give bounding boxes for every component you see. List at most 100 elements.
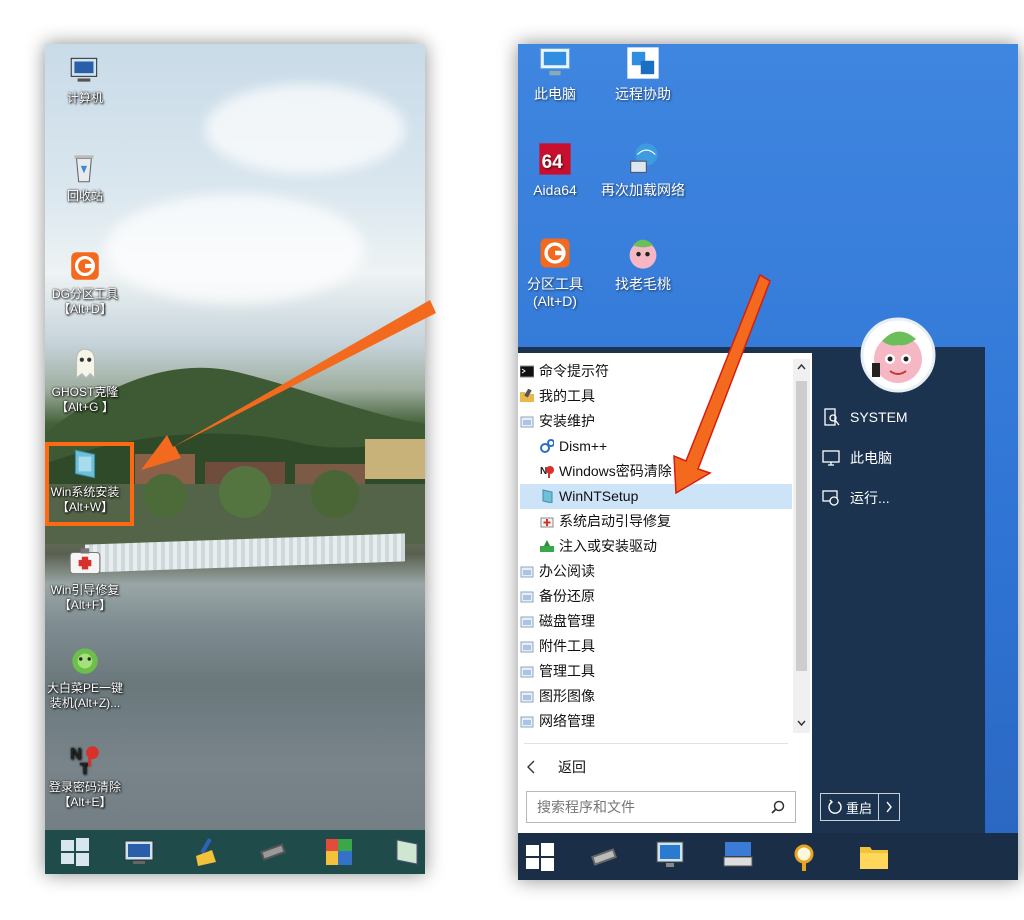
svg-text:N: N: [540, 466, 547, 477]
setup-icon: [542, 489, 553, 503]
desktop-icon-partition-tool[interactable]: 分区工具 (Alt+D): [518, 234, 600, 310]
menu-item-label: Windows密码清除: [559, 463, 672, 479]
desktop-icon-label: 再次加载网络: [601, 182, 685, 198]
desktop-icon-label: 回收站: [66, 189, 103, 203]
menu-item[interactable]: WinNTSetup: [520, 484, 792, 509]
puzzle-icon[interactable]: [323, 836, 355, 868]
chevron-left-icon: [527, 760, 535, 774]
avatar[interactable]: [860, 317, 936, 393]
menu-item[interactable]: 磁盘管理: [520, 609, 792, 634]
search-input[interactable]: [535, 792, 759, 822]
desktop-icon-this-pc[interactable]: 此电脑: [518, 44, 600, 103]
menu-item-label: 办公阅读: [539, 563, 595, 579]
program-list: 命令提示符我的工具安装维护 Dism++ N Windows密码清除 WinNTSetu…: [520, 359, 792, 734]
svg-text:64: 64: [542, 152, 564, 173]
broom-icon[interactable]: [190, 836, 222, 868]
menu-item[interactable]: 管理工具: [520, 659, 792, 684]
restart-button[interactable]: 重启: [820, 793, 901, 821]
menu-item[interactable]: 备份还原: [520, 584, 792, 609]
menu-item[interactable]: 命令提示符: [520, 359, 792, 384]
sidebar-item-this-pc[interactable]: 此电脑: [822, 448, 892, 468]
notebook-icon[interactable]: [391, 836, 423, 868]
folder-icon: [520, 641, 534, 653]
desktop-icon-peach[interactable]: 找老毛桃: [598, 234, 688, 293]
left-taskbar: [45, 830, 425, 874]
menu-item[interactable]: 办公阅读: [520, 559, 792, 584]
menu-item-label: 我的工具: [539, 388, 595, 404]
reload-network-icon: [630, 143, 658, 173]
menu-item[interactable]: N Windows密码清除: [520, 459, 792, 484]
right-taskbar: [518, 833, 1018, 880]
start-sidebar: SYSTEM 此电脑 运行... 重启: [812, 317, 985, 833]
menu-item-label: 图形图像: [539, 688, 595, 704]
desktop-icon-diskgenius[interactable]: DG分区工具 【Alt+D】: [45, 248, 125, 317]
menu-item-label: WinNTSetup: [559, 488, 639, 504]
gears-icon: [540, 439, 554, 453]
password-clear-icon: NT: [70, 746, 99, 777]
folder-icon: [520, 691, 534, 703]
desktop-icon-computer[interactable]: 计算机: [45, 52, 125, 106]
run-icon: [822, 490, 839, 506]
back-button[interactable]: 返回: [526, 757, 586, 777]
folder-icon: [520, 416, 534, 428]
desktop-icon-password-clear[interactable]: N T 登录密码清除 【Alt+E】: [45, 741, 125, 810]
desktop-icon-recycle-bin[interactable]: 回收站: [45, 150, 125, 204]
ghost-icon: [76, 348, 96, 380]
desktop-icon-remote-assist[interactable]: 远程协助: [598, 44, 688, 103]
sidebar-this-pc-label: 此电脑: [850, 450, 892, 466]
driver-icon: [540, 540, 554, 552]
menu-item[interactable]: 附件工具: [520, 634, 792, 659]
desktop-icon-ghost[interactable]: GHOST克隆 【Alt+G 】: [45, 346, 125, 415]
magnifier-icon[interactable]: [790, 841, 822, 873]
menu-item-label: 安装维护: [539, 413, 595, 429]
desktop-icon-cabbage[interactable]: 大白菜PE一键 装机(Alt+Z)...: [45, 642, 125, 711]
menu-item-label: 磁盘管理: [539, 613, 595, 629]
search-box[interactable]: [526, 791, 796, 823]
menu-item[interactable]: 网络管理: [520, 709, 792, 734]
sidebar-item-user[interactable]: SYSTEM: [822, 408, 908, 426]
monitor-icon[interactable]: [654, 839, 686, 871]
peach-icon: [629, 239, 657, 269]
menu-item-label: Dism++: [559, 438, 608, 454]
desktop-icon-label: 大白菜PE一键 装机(Alt+Z)...: [46, 681, 123, 710]
desktop-icon-label: 此电脑: [534, 86, 576, 102]
scroll-up-icon[interactable]: [797, 363, 806, 371]
desktop-icon-reload-network[interactable]: 再次加载网络: [598, 140, 688, 199]
restart-main[interactable]: 重启: [821, 794, 878, 820]
scrollbar[interactable]: [793, 359, 810, 733]
search-icon[interactable]: [771, 800, 785, 814]
sidebar-user-label: SYSTEM: [850, 409, 908, 425]
menu-item[interactable]: Dism++: [520, 434, 792, 459]
desktop-icon-label: 分区工具 (Alt+D): [527, 276, 583, 309]
menu-item-label: 网络管理: [539, 713, 595, 729]
tools-folder-icon: [520, 389, 534, 402]
key-icon: N: [540, 466, 554, 478]
sidebar-run-label: 运行...: [850, 490, 890, 506]
folder-icon[interactable]: [858, 841, 890, 873]
monitor-icon[interactable]: [123, 836, 155, 868]
restart-options-button[interactable]: [878, 794, 899, 820]
desktop-icon-aida64[interactable]: 64 Aida64: [518, 140, 600, 199]
scroll-down-icon[interactable]: [797, 719, 806, 727]
menu-item[interactable]: 安装维护: [520, 409, 792, 434]
highlight-box-win-setup: [45, 442, 134, 526]
start-icon[interactable]: [524, 841, 556, 873]
aida64-icon: 64: [539, 143, 571, 175]
sidebar-item-run[interactable]: 运行...: [822, 488, 890, 508]
diskgenius-icon: [71, 252, 99, 280]
menu-item[interactable]: 注入或安装驱动: [520, 534, 792, 559]
menu-item-label: 备份还原: [539, 588, 595, 604]
scrollbar-thumb[interactable]: [796, 381, 807, 671]
cmd-icon: [520, 365, 534, 378]
chip-icon[interactable]: [588, 841, 620, 873]
chip-icon[interactable]: [257, 836, 289, 868]
menu-item[interactable]: 图形图像: [520, 684, 792, 709]
menu-item-label: 系统启动引导修复: [559, 513, 671, 529]
menu-item[interactable]: 我的工具: [520, 384, 792, 409]
desktop-icon-boot-repair[interactable]: Win引导修复 【Alt+F】: [45, 544, 125, 613]
divider: [524, 743, 788, 744]
desktop-icon-label: DG分区工具 【Alt+D】: [51, 287, 118, 316]
menu-item[interactable]: 系统启动引导修复: [520, 509, 792, 534]
keyboard-icon[interactable]: [722, 839, 754, 871]
start-icon[interactable]: [59, 836, 91, 868]
